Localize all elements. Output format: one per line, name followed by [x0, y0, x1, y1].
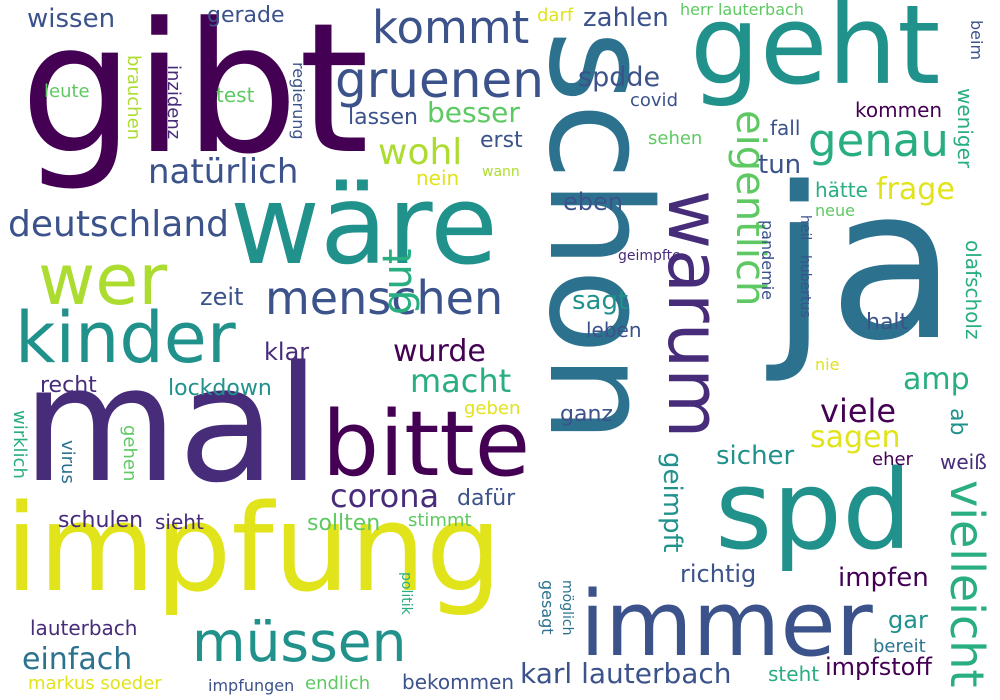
cloud-word: herr lauterbach	[680, 0, 804, 19]
cloud-word: leute	[44, 81, 90, 102]
cloud-word: fall	[770, 116, 801, 140]
cloud-word: möglich	[559, 580, 575, 636]
cloud-word: gut	[375, 248, 421, 315]
cloud-word: impfungen	[208, 676, 295, 695]
cloud-word: genau	[808, 114, 949, 167]
cloud-word: recht	[40, 373, 97, 398]
cloud-word: wurde	[393, 334, 486, 369]
cloud-word: erst	[480, 128, 523, 153]
cloud-word: olafscholz	[961, 240, 985, 340]
cloud-word: gerade	[207, 3, 285, 28]
cloud-word: geben	[464, 398, 521, 419]
cloud-word: politik	[398, 572, 414, 615]
cloud-word: ab	[945, 408, 970, 436]
cloud-word: ganz	[560, 402, 613, 427]
cloud-word: heil	[797, 215, 813, 241]
cloud-word: pandemie	[758, 220, 777, 300]
cloud-word: eher	[872, 449, 913, 470]
cloud-word: nein	[416, 166, 460, 190]
cloud-word: sollten	[307, 511, 381, 536]
cloud-word: bereit	[873, 636, 926, 657]
cloud-word: zahlen	[583, 3, 669, 33]
cloud-word: impfen	[838, 563, 929, 593]
cloud-word: brauchen	[123, 55, 144, 141]
cloud-word: müssen	[192, 610, 407, 674]
cloud-word: deutschland	[8, 204, 230, 245]
cloud-word: spdde	[578, 62, 661, 93]
cloud-word: spd	[715, 446, 912, 574]
cloud-word: wissen	[27, 4, 116, 34]
cloud-word: inzidenz	[163, 65, 184, 140]
cloud-word: stimmt	[408, 510, 472, 531]
cloud-word: bekommen	[402, 670, 515, 694]
cloud-word: eben	[563, 188, 623, 216]
cloud-word: covid	[630, 90, 678, 111]
cloud-word: beim	[967, 20, 986, 61]
cloud-word: corona	[330, 477, 440, 515]
cloud-word: weniger	[953, 88, 977, 169]
cloud-word: natürlich	[148, 152, 299, 192]
cloud-word: geimpfte	[618, 248, 681, 264]
cloud-word: schulen	[58, 508, 144, 533]
cloud-word: markus soeder	[28, 673, 162, 694]
cloud-word: sagt	[572, 286, 629, 316]
word-cloud: gibt schon ja geht mal impfung wäre spd immer bit…	[0, 0, 1000, 700]
cloud-word: wirklich	[9, 410, 30, 479]
cloud-word: neue	[815, 201, 855, 220]
cloud-word: gar	[888, 606, 928, 634]
cloud-word: weiß	[940, 450, 987, 474]
cloud-word: sehen	[648, 128, 703, 149]
cloud-word: geimpft	[657, 452, 687, 553]
cloud-word: kommt	[372, 1, 530, 54]
cloud-word: zeit	[200, 283, 244, 311]
cloud-word: karl lauterbach	[520, 657, 732, 690]
cloud-word: test	[216, 83, 255, 107]
cloud-word: wer	[38, 239, 168, 321]
cloud-word: lauterbach	[30, 616, 138, 640]
cloud-word: regierung	[289, 62, 308, 140]
cloud-word: lockdown	[168, 376, 272, 401]
cloud-word: lassen	[348, 105, 418, 130]
cloud-word: hätte	[815, 178, 868, 202]
cloud-word: nie	[815, 355, 840, 374]
cloud-word: steht	[768, 662, 820, 686]
cloud-word: warum	[652, 190, 736, 439]
cloud-word: endlich	[305, 673, 371, 694]
cloud-word: leben	[586, 318, 642, 342]
cloud-word: besser	[427, 96, 520, 129]
cloud-word: einfach	[22, 642, 133, 677]
cloud-word: vielleicht	[940, 480, 994, 688]
cloud-word: wann	[482, 164, 520, 180]
cloud-word: kommen	[855, 98, 943, 122]
cloud-word: impfstoff	[825, 653, 932, 681]
cloud-word: sieht	[155, 510, 204, 534]
cloud-word: darf	[537, 5, 574, 26]
cloud-word: virus	[57, 440, 78, 484]
cloud-word: gesagt	[538, 580, 557, 635]
cloud-word: hubertus	[797, 255, 813, 318]
cloud-word: sicher	[716, 441, 795, 471]
cloud-word: amp	[903, 362, 970, 397]
cloud-word: richtig	[680, 560, 757, 588]
cloud-word: frage	[876, 172, 955, 207]
cloud-word: klar	[264, 338, 310, 366]
cloud-word: dafür	[457, 486, 516, 511]
cloud-word: macht	[410, 362, 512, 400]
cloud-word: halt	[866, 310, 909, 335]
cloud-word: tun	[758, 150, 802, 180]
cloud-word: gehen	[119, 425, 140, 482]
